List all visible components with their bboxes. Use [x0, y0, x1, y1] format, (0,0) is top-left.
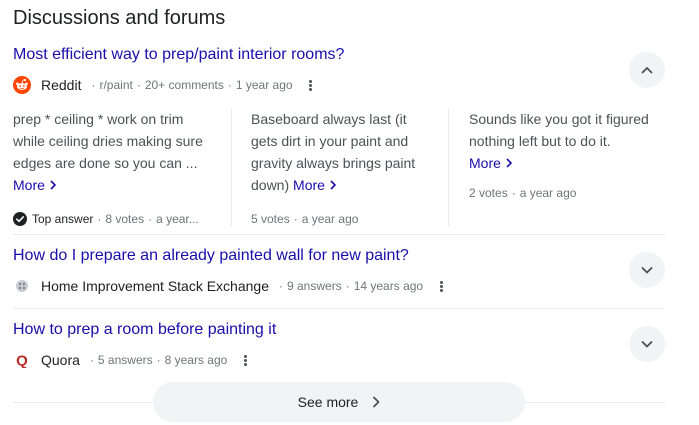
answer-footer: 5 votes · a year ago [251, 212, 358, 226]
more-vert-icon[interactable] [239, 354, 251, 366]
separator: · [148, 212, 153, 226]
more-vert-icon[interactable] [435, 280, 447, 292]
answer-card[interactable]: Baseboard always last (it gets dirt in y… [251, 108, 431, 226]
separator: · [345, 279, 350, 293]
more-link[interactable]: More [13, 177, 57, 193]
separator: · [91, 78, 96, 92]
answer-text: Sounds like you got it figured nothing l… [469, 111, 649, 149]
expand-button[interactable] [629, 326, 665, 362]
subreddit: r/paint [99, 78, 133, 92]
separator: · [97, 212, 102, 226]
chevron-down-icon [641, 267, 653, 274]
top-answer-badge: Top answer [32, 212, 94, 226]
result-title-reddit[interactable]: Most efficient way to prep/paint interio… [13, 46, 344, 64]
post-age: 8 years ago [164, 353, 228, 367]
reddit-icon [13, 76, 31, 94]
expand-button[interactable] [629, 252, 665, 288]
see-more-label: See more [297, 394, 359, 410]
chevron-right-icon [372, 396, 380, 408]
stackexchange-icon [13, 277, 31, 295]
separator: · [511, 186, 516, 200]
answer-count: 9 answers [287, 279, 342, 293]
separator: · [227, 78, 232, 92]
svg-text:Q: Q [16, 353, 28, 369]
answer-footer: Top answer · 8 votes · a year... [13, 212, 199, 226]
result-title-stackexchange[interactable]: How do I prepare an already painted wall… [13, 247, 409, 265]
post-age: 1 year ago [235, 78, 293, 92]
quora-icon: Q [13, 351, 31, 369]
chevron-right-icon [330, 180, 336, 190]
more-link[interactable]: More [293, 177, 337, 193]
comment-count: 20+ comments [144, 78, 224, 92]
source-name[interactable]: Reddit [41, 77, 81, 93]
collapse-button[interactable] [629, 52, 665, 88]
vote-count: 5 votes [251, 212, 290, 226]
answer-age: a year ago [301, 212, 359, 226]
post-age: 14 years ago [353, 279, 424, 293]
result-meta-stackexchange: Home Improvement Stack Exchange · 9 answ… [13, 276, 447, 296]
see-more-button[interactable]: See more [153, 382, 525, 422]
check-circle-icon [13, 212, 27, 226]
result-meta-quora: Q Quora · 5 answers · 8 years ago [13, 350, 251, 370]
separator: · [293, 212, 298, 226]
answer-card[interactable]: Sounds like you got it figured nothing l… [469, 108, 664, 226]
more-vert-icon[interactable] [305, 79, 317, 91]
divider [231, 108, 232, 226]
divider [13, 308, 665, 309]
separator: · [156, 353, 161, 367]
section-title: Discussions and forums [13, 7, 226, 29]
chevron-up-icon [641, 67, 653, 74]
separator: · [279, 279, 283, 293]
result-meta-reddit: Reddit · r/paint · 20+ comments · 1 year… [13, 75, 317, 95]
answer-age: a year ago [519, 186, 577, 200]
divider [448, 108, 449, 226]
source-name[interactable]: Home Improvement Stack Exchange [41, 278, 269, 294]
source-name[interactable]: Quora [41, 352, 80, 368]
answer-card[interactable]: prep * ceiling * work on trim while ceil… [13, 108, 213, 226]
separator: · [89, 353, 94, 367]
chevron-right-icon [50, 180, 56, 190]
separator: · [136, 78, 141, 92]
answer-carousel: prep * ceiling * work on trim while ceil… [13, 108, 664, 226]
vote-count: 2 votes [469, 186, 508, 200]
result-title-quora[interactable]: How to prep a room before painting it [13, 321, 276, 339]
chevron-down-icon [641, 341, 653, 348]
more-link[interactable]: More [469, 155, 513, 171]
answer-count: 5 answers [97, 353, 153, 367]
answer-footer: 2 votes · a year ago [469, 186, 576, 200]
answer-text: prep * ceiling * work on trim while ceil… [13, 111, 203, 171]
answer-age: a year... [156, 212, 199, 226]
divider [13, 234, 665, 235]
vote-count: 8 votes [105, 212, 145, 226]
chevron-right-icon [506, 158, 512, 168]
